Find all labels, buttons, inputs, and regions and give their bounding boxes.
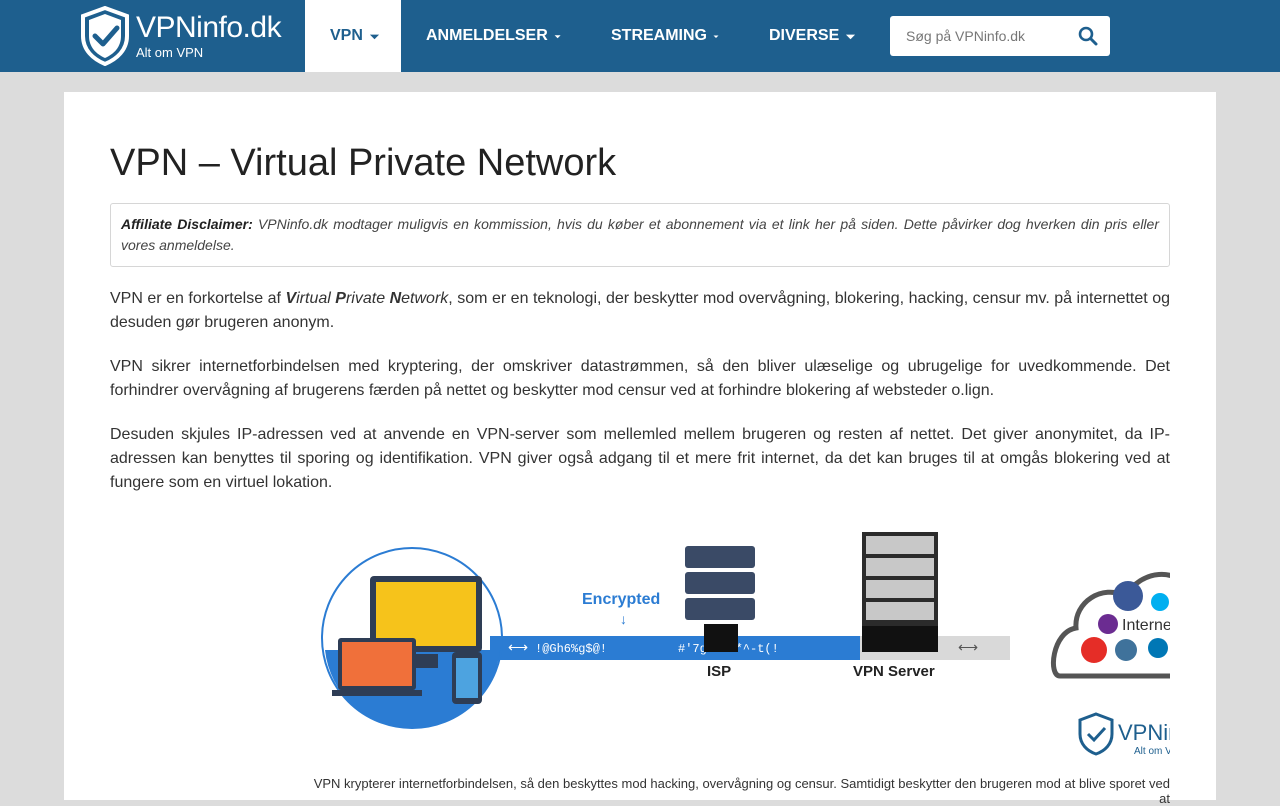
linkedin-icon bbox=[1148, 638, 1168, 658]
vpn-server-unit bbox=[866, 536, 934, 554]
chevron-down-icon bbox=[554, 34, 561, 38]
arrow-left-icon: ⟷ bbox=[508, 639, 528, 655]
site-header: VPNinfo.dk Alt om VPN VPN ANMELDELSER ST… bbox=[0, 0, 1280, 72]
search-icon[interactable] bbox=[1078, 26, 1098, 46]
search-box bbox=[890, 16, 1110, 56]
affiliate-disclaimer: Affiliate Disclaimer: VPNinfo.dk modtage… bbox=[110, 203, 1170, 267]
intro-pre: VPN er en forkortelse af bbox=[110, 290, 286, 307]
watermark-brand: VPNinfo.dk bbox=[1118, 720, 1170, 745]
watermark-check-icon bbox=[1086, 726, 1107, 743]
vpn-server-base bbox=[862, 626, 938, 652]
isp-label: ISP bbox=[707, 663, 731, 680]
nav-item-streaming[interactable]: STREAMING bbox=[586, 0, 744, 72]
encrypted-label: Encrypted bbox=[582, 591, 660, 608]
yahoo-icon bbox=[1098, 614, 1118, 634]
phone-screen bbox=[456, 658, 478, 698]
acronym-n: N bbox=[389, 290, 402, 307]
paragraph-anonymity: Desuden skjules IP-adressen ved at anven… bbox=[110, 426, 1170, 491]
laptop-screen bbox=[342, 642, 412, 686]
site-logo[interactable]: VPNinfo.dk Alt om VPN bbox=[80, 6, 290, 66]
acronym-p: P bbox=[335, 290, 346, 307]
watermark-tagline: Alt om VPN bbox=[1134, 746, 1170, 757]
search-input[interactable] bbox=[890, 28, 1070, 44]
monitor-stand bbox=[414, 654, 438, 668]
nav-label: STREAMING bbox=[611, 27, 707, 44]
acronym-n-rest: etwork bbox=[401, 290, 449, 307]
laptop-base bbox=[332, 690, 422, 696]
paragraph-encryption: VPN sikrer internetforbindelsen med kryp… bbox=[110, 358, 1170, 399]
facebook-icon bbox=[1113, 581, 1143, 611]
instagram-icon bbox=[1115, 639, 1137, 661]
arrow-right-icon: ⟷ bbox=[958, 639, 978, 655]
nav-item-diverse[interactable]: DIVERSE bbox=[744, 0, 894, 72]
nav-label: ANMELDELSER bbox=[426, 27, 548, 44]
stream-text: !@Gh6%g$@! bbox=[535, 642, 607, 656]
page-title: VPN – Virtual Private Network bbox=[110, 142, 617, 184]
vpn-server-unit bbox=[866, 558, 934, 576]
chevron-down-icon bbox=[713, 35, 719, 38]
acronym-v: V bbox=[285, 290, 297, 307]
watermark-shield-icon bbox=[1078, 712, 1114, 756]
nav-item-anmeldelser[interactable]: ANMELDELSER bbox=[401, 0, 586, 72]
acronym-p-rest: rivate bbox=[345, 290, 390, 307]
diagram-caption: VPN krypterer internetforbindelsen, så d… bbox=[313, 776, 1170, 806]
logo-brand: VPNinfo.dk bbox=[136, 10, 282, 44]
acronym-v-rest: irtual bbox=[296, 290, 336, 307]
isp-connector bbox=[704, 624, 738, 652]
nav-item-vpn[interactable]: VPN bbox=[305, 0, 401, 72]
logo-tagline: Alt om VPN bbox=[136, 44, 204, 60]
skype-icon bbox=[1151, 593, 1169, 611]
nav-label: DIVERSE bbox=[769, 27, 840, 44]
vpn-server-label: VPN Server bbox=[853, 663, 935, 680]
isp-server-unit bbox=[685, 546, 755, 568]
internet-label: Internet bbox=[1122, 617, 1170, 634]
main-nav: VPN ANMELDELSER STREAMING DIVERSE bbox=[305, 0, 894, 72]
shield-check-icon bbox=[81, 6, 129, 66]
isp-server-unit bbox=[685, 598, 755, 620]
disclaimer-label: Affiliate Disclaimer: bbox=[121, 216, 253, 232]
chevron-down-icon bbox=[369, 34, 379, 39]
chevron-down-icon bbox=[846, 34, 856, 39]
vpn-server-unit bbox=[866, 602, 934, 620]
youtube-icon bbox=[1081, 637, 1107, 663]
disclaimer-text: VPNinfo.dk modtager muligvis en kommissi… bbox=[121, 216, 1159, 253]
vpn-server-unit bbox=[866, 580, 934, 598]
article-card: VPN – Virtual Private Network Affiliate … bbox=[64, 92, 1216, 806]
vpn-diagram: !@Gh6%g$@! #'7g&ds%*^-t(! 001000101 ⟷ ⟷ … bbox=[321, 532, 1170, 757]
down-arrow-icon: ↓ bbox=[620, 611, 627, 627]
nav-label: VPN bbox=[330, 27, 363, 44]
paragraph-intro: VPN er en forkortelse af Virtual Private… bbox=[110, 287, 1170, 335]
isp-server-unit bbox=[685, 572, 755, 594]
monitor-screen bbox=[376, 582, 476, 646]
